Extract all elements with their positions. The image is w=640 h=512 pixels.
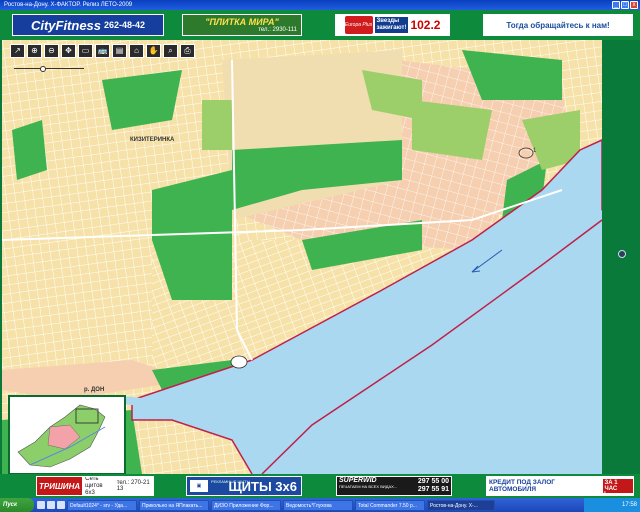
- window-controls: _ □ x: [612, 1, 638, 9]
- superwid-phones: 297 55 00 297 55 91: [418, 478, 449, 494]
- search-icon[interactable]: ⌕: [163, 44, 178, 58]
- quick-launch: [37, 501, 65, 509]
- taskbar-item[interactable]: Прикольно на ЯПлакать...: [139, 499, 209, 511]
- superwid-phone-1: 297 55 00: [417, 478, 449, 485]
- scroll-indicator-icon[interactable]: [618, 250, 626, 258]
- label-kizitirinka: КИЗИТЕРИНКА: [130, 137, 175, 143]
- europa-plus-ad[interactable]: Europa Plus Звезды зажигают! 102.2: [335, 14, 450, 36]
- park-5: [12, 120, 47, 180]
- label-don-river: р. ДОН: [84, 387, 105, 393]
- trisha-ad[interactable]: ТРИШИНА Сеть щитов 6x3 тел.: 270-21 13: [36, 476, 154, 496]
- superwid-ad[interactable]: SUPERWID ПЕЧАТАЕМ НА ВСЕХ ВИДАХ... 297 5…: [336, 476, 452, 496]
- watermark: YAPLAKAL.COM: [560, 491, 606, 497]
- zoom-in-icon[interactable]: ⊕: [27, 44, 42, 58]
- map-toolbar: ↗ ⊕ ⊖ ✥ ▭ 🚌 ▤ ⌂ ✋ ⌕ ⎙: [10, 44, 195, 58]
- superwid-phone-2: 297 55 91: [417, 486, 449, 493]
- zoom-slider-handle[interactable]: [39, 66, 46, 72]
- plitka-phone: тел.: 2930-111: [258, 27, 297, 33]
- quick-launch-icon[interactable]: [57, 501, 65, 509]
- car-icon[interactable]: ▭: [78, 44, 93, 58]
- cityfitness-ad[interactable]: CityFitness 262-48-42: [12, 14, 164, 36]
- europa-slogan-2: зажигают!: [376, 25, 407, 31]
- system-tray: 17:58: [584, 498, 640, 512]
- taskbar-item[interactable]: Default1024* - srv - Уда...: [67, 499, 137, 511]
- location-marker-2[interactable]: [230, 355, 248, 369]
- billboards-subtitle: РЕКЛАМНЫЕ ЩИТЫ: [211, 479, 251, 484]
- cityfitness-brand: CityFitness: [30, 17, 102, 33]
- pan-icon[interactable]: ✥: [61, 44, 76, 58]
- close-button[interactable]: x: [630, 1, 638, 9]
- bus-icon[interactable]: 🚌: [95, 44, 110, 58]
- superwid-subtitle: ПЕЧАТАЕМ НА ВСЕХ ВИДАХ...: [339, 484, 398, 489]
- taskbar-item[interactable]: Total Commander 7.50 р...: [355, 499, 425, 511]
- trisha-line1: Сеть щитов: [85, 476, 103, 489]
- europa-plus-logo: Europa Plus: [344, 16, 373, 34]
- car-credit-badge: ЗА 1 ЧАС: [602, 479, 633, 493]
- maximize-button[interactable]: □: [621, 1, 629, 9]
- zoom-slider[interactable]: [14, 66, 84, 72]
- taskbar-item[interactable]: ДИЗО Приложение Фор...: [211, 499, 281, 511]
- trisha-phone: тел.: 270-21 13: [116, 480, 150, 492]
- marker-icon[interactable]: ⌂: [129, 44, 144, 58]
- taskbar-item-active[interactable]: Ростов-на-Дону. Х-...: [427, 499, 495, 511]
- pointer-icon[interactable]: ↗: [10, 44, 25, 58]
- europa-slogan-1: Звезды: [376, 18, 400, 24]
- label-marker-1: 1: [533, 148, 537, 154]
- europa-frequency: 102.2: [410, 18, 441, 32]
- clock[interactable]: 17:58: [622, 502, 637, 508]
- billboards-ad[interactable]: ▣ РЕКЛАМНЫЕ ЩИТЫ ЩИТЫ 3х6: [186, 476, 302, 496]
- zoom-out-icon[interactable]: ⊖: [44, 44, 59, 58]
- print-icon[interactable]: ⎙: [180, 44, 195, 58]
- trisha-line2: 6x3: [85, 489, 95, 496]
- tram-icon[interactable]: ▤: [112, 44, 127, 58]
- hand-icon[interactable]: ✋: [146, 44, 161, 58]
- windows-taskbar: Пуск Default1024* - srv - Уда... Приколь…: [0, 498, 640, 512]
- cityfitness-phone: 262-48-42: [104, 20, 146, 30]
- quick-launch-icon[interactable]: [47, 501, 55, 509]
- zoom-slider-track: [14, 68, 84, 69]
- minimap-canvas[interactable]: [10, 397, 124, 473]
- start-label: Пуск: [3, 502, 18, 508]
- overview-minimap[interactable]: [8, 395, 126, 475]
- window-title: Ростов-на-Дону. Х-ФАКТОР. Релиз ЛЕТО-200…: [4, 2, 133, 8]
- trisha-logo: ТРИШИНА: [37, 477, 83, 495]
- quick-launch-icon[interactable]: [37, 501, 45, 509]
- billboards-logo-icon: ▣: [190, 480, 208, 492]
- trisha-text: Сеть щитов 6x3: [82, 476, 114, 496]
- light-park-1: [412, 100, 492, 160]
- superwid-name: SUPERWID: [339, 477, 377, 484]
- contact-us-ad[interactable]: Тогда обращайтесь к нам!: [483, 14, 633, 36]
- plitka-title: "ПЛИТКА МИРА": [205, 17, 279, 27]
- window-titlebar: Ростов-на-Дону. Х-ФАКТОР. Релиз ЛЕТО-200…: [0, 0, 640, 10]
- start-button[interactable]: Пуск: [0, 498, 34, 512]
- minimize-button[interactable]: _: [612, 1, 620, 9]
- light-park-4: [202, 100, 232, 150]
- plitka-ad[interactable]: "ПЛИТКА МИРА" тел.: 2930-111: [182, 14, 302, 36]
- europa-slogan: Звезды зажигают!: [374, 17, 409, 33]
- contact-us-text: Тогда обращайтесь к нам!: [506, 20, 610, 30]
- park-8: [312, 245, 326, 265]
- taskbar-item[interactable]: Ведомость*Глухова: [283, 499, 353, 511]
